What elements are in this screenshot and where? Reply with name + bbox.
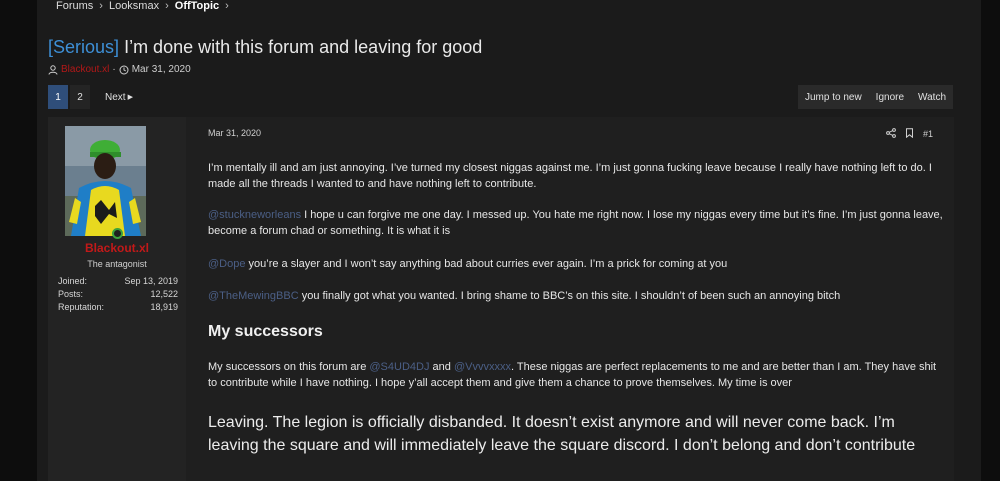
stat-label: Reputation:	[58, 302, 105, 312]
online-status-indicator	[112, 228, 123, 239]
user-stats: Joined: Sep 13, 2019 Posts: 12,522 Reput…	[58, 275, 178, 314]
stat-reputation: Reputation: 18,919	[58, 301, 178, 314]
page-title: [Serious] I’m done with this forum and l…	[48, 37, 482, 58]
section-heading: My successors	[208, 323, 323, 340]
avatar[interactable]	[65, 126, 146, 236]
stat-value: 18,919	[150, 302, 178, 312]
post-paragraph: My successors on this forum are @S4UD4DJ…	[208, 359, 948, 391]
mention-link[interactable]: @S4UD4DJ	[369, 361, 429, 373]
post-paragraph: @stuckneworleans I hope u can forgive me…	[208, 207, 948, 239]
user-name[interactable]: Blackout.xl	[48, 241, 186, 255]
post-large-paragraph: Leaving. The legion is officially disban…	[208, 414, 916, 454]
thread-date[interactable]: Mar 31, 2020	[132, 64, 191, 75]
breadcrumb: Forums › Looksmax › OffTopic ›	[56, 0, 229, 12]
post-paragraph: I’m mentally ill and am just annoying. I…	[208, 162, 932, 190]
watch-button[interactable]: Watch	[911, 85, 953, 109]
breadcrumb-forums[interactable]: Forums	[56, 0, 93, 12]
post-date[interactable]: Mar 31, 2020	[208, 128, 261, 138]
user-icon	[48, 64, 58, 75]
stat-joined: Joined: Sep 13, 2019	[58, 275, 178, 288]
post-paragraph: @Dope you’re a slayer and I won’t say an…	[208, 256, 948, 272]
share-icon[interactable]	[886, 128, 896, 140]
next-label: Next	[105, 91, 126, 103]
thread-title: I’m done with this forum and leaving for…	[124, 37, 483, 57]
chevron-right-icon: ›	[165, 0, 169, 12]
post-header-actions: #1	[886, 128, 933, 140]
user-panel: Blackout.xl The antagonist Joined: Sep 1…	[48, 117, 186, 481]
chevron-right-icon: ›	[225, 0, 229, 12]
user-title: The antagonist	[87, 259, 147, 269]
mention-link[interactable]: @stuckneworleans	[208, 209, 301, 221]
breadcrumb-offtopic[interactable]: OffTopic	[175, 0, 219, 12]
jump-to-new-button[interactable]: Jump to new	[798, 85, 869, 109]
post: Blackout.xl The antagonist Joined: Sep 1…	[48, 117, 954, 481]
stat-value[interactable]: 12,522	[150, 288, 178, 301]
breadcrumb-looksmax[interactable]: Looksmax	[109, 0, 159, 12]
thread-actions: Jump to new Ignore Watch	[797, 85, 953, 109]
mention-link[interactable]: @Vvvvxxxx	[454, 361, 511, 373]
post-paragraph: @TheMewingBBC you finally got what you w…	[208, 288, 948, 304]
ignore-button[interactable]: Ignore	[869, 85, 911, 109]
thread-prefix[interactable]: [Serious]	[48, 37, 119, 57]
caret-right-icon: ▶	[127, 94, 133, 101]
stat-label: Joined:	[58, 276, 88, 286]
pagination: 1 2 Next ▶	[48, 85, 142, 109]
page-body: Forums › Looksmax › OffTopic › [Serious]…	[37, 0, 981, 481]
mention-link[interactable]: @TheMewingBBC	[208, 290, 299, 302]
paragraph-text: and	[429, 361, 454, 373]
page-1-button[interactable]: 1	[48, 85, 68, 109]
stat-label: Posts:	[58, 289, 84, 299]
stat-value: Sep 13, 2019	[124, 276, 178, 286]
paragraph-text: you’re a slayer and I won’t say anything…	[245, 258, 728, 270]
paragraph-text: you finally got what you wanted. I bring…	[298, 290, 841, 302]
paragraph-text: My successors on this forum are	[208, 361, 370, 373]
stat-posts: Posts: 12,522	[58, 288, 178, 301]
clock-icon	[119, 65, 129, 75]
chevron-right-icon: ›	[99, 0, 103, 12]
post-header: Mar 31, 2020 #1	[208, 128, 948, 142]
paragraph-text: I hope u can forgive me one day. I messe…	[208, 209, 943, 237]
thread-meta: Blackout.xl · Mar 31, 2020	[48, 64, 191, 75]
thread-author[interactable]: Blackout.xl	[61, 64, 109, 75]
page-2-button[interactable]: 2	[70, 85, 90, 109]
next-page-button[interactable]: Next ▶	[98, 85, 140, 109]
meta-separator: ·	[112, 64, 116, 75]
mention-link[interactable]: @Dope	[208, 258, 245, 270]
bookmark-icon[interactable]	[905, 128, 914, 140]
post-number-link[interactable]: #1	[923, 129, 933, 139]
